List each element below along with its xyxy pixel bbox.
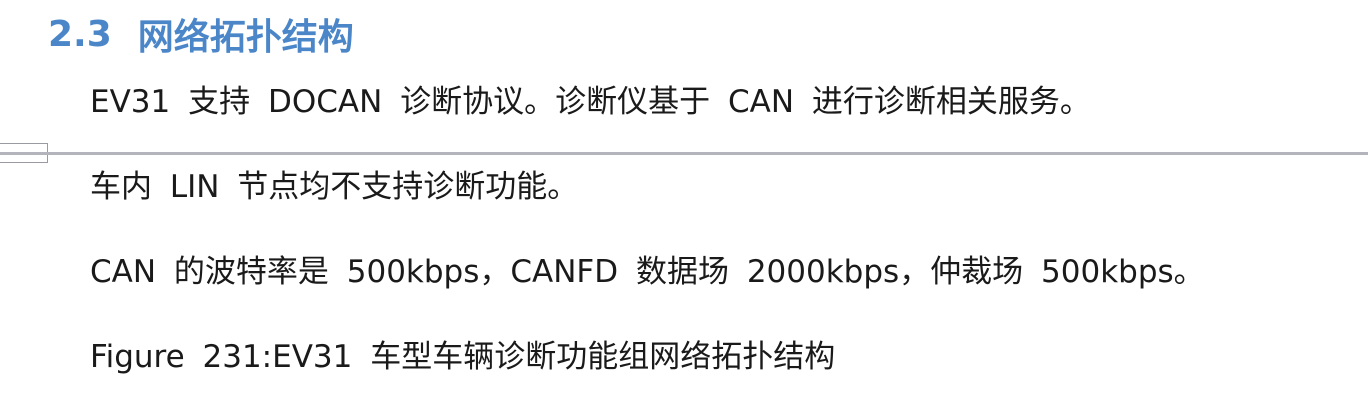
section-heading: 2.3 网络拓扑结构 [48, 8, 354, 60]
paragraph-lin-nodes: 车内 LIN 节点均不支持诊断功能。 [90, 169, 579, 205]
section-number: 2.3 [48, 13, 112, 55]
page-break-divider [0, 152, 1368, 155]
paragraph-docan-support: EV31 支持 DOCAN 诊断协议。诊断仪基于 CAN 进行诊断相关服务。 [90, 84, 1091, 120]
section-title: 网络拓扑结构 [137, 17, 354, 58]
paragraph-baud-rate: CAN 的波特率是 500kbps，CANFD 数据场 2000kbps，仲裁场… [90, 254, 1205, 290]
figure-caption: Figure 231:EV31 车型车辆诊断功能组网络拓扑结构 [90, 339, 836, 375]
